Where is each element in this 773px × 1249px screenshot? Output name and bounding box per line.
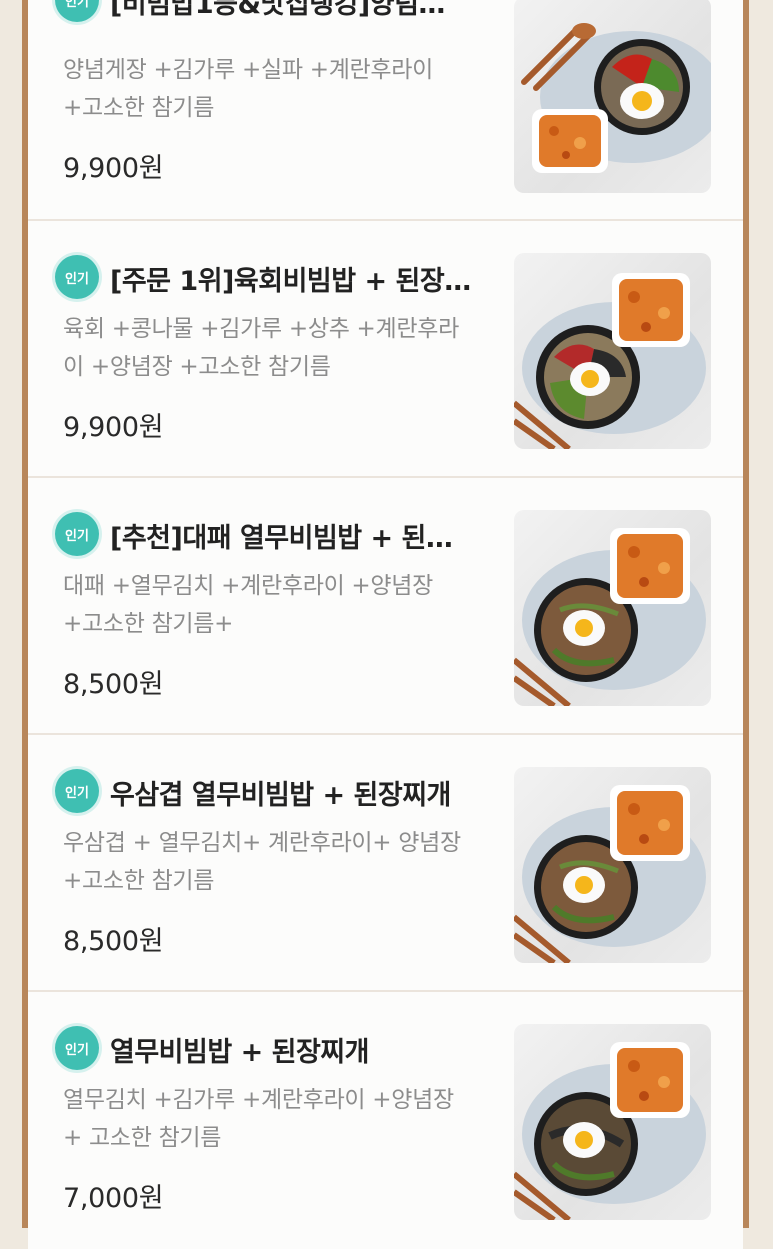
yeolmu-bibimbap-icon bbox=[514, 528, 706, 706]
menu-item-title[interactable]: [추천]대패 열무비빔밥 + 된… bbox=[110, 516, 490, 555]
menu-item-description: 양념게장 +김가루 +실파 +계란후라이 +고소한 참기름 bbox=[63, 51, 493, 127]
menu-item-description: 열무김치 +김가루 +계란후라이 +양념장 + 고소한 참기름 bbox=[63, 1081, 493, 1157]
menu-item-title[interactable]: [비빔밥1등&맛집랭킹]양념… bbox=[110, 0, 490, 21]
description-line: +고소한 참기름 bbox=[63, 95, 215, 121]
description-line: 양념게장 +김가루 +실파 +계란후라이 bbox=[63, 57, 433, 83]
menu-item-price: 7,000원 bbox=[63, 1183, 164, 1214]
menu-item-photo[interactable] bbox=[514, 253, 711, 449]
description-line: + 고소한 참기름 bbox=[63, 1125, 222, 1151]
bibimbap-bowl-icon bbox=[521, 23, 711, 173]
menu-item-description: 육회 +콩나물 +김가루 +상추 +계란후라 이 +양념장 +고소한 참기름 bbox=[63, 310, 493, 386]
menu-item-photo[interactable] bbox=[514, 767, 711, 963]
menu-item-title[interactable]: 우삼겹 열무비빔밥 + 된장찌개 bbox=[110, 773, 490, 812]
menu-item-photo[interactable] bbox=[514, 1024, 711, 1220]
menu-item-title[interactable]: [주문 1위]육회비빔밥 + 된장… bbox=[110, 259, 490, 298]
yukhoe-bibimbap-icon bbox=[514, 273, 706, 449]
description-line: 이 +양념장 +고소한 참기름 bbox=[63, 354, 331, 380]
menu-item-description: 우삼겹 + 열무김치+ 계란후라이+ 양념장 +고소한 참기름 bbox=[63, 824, 493, 900]
usamgyeop-bibimbap-icon bbox=[514, 785, 706, 963]
menu-item[interactable]: 인기 우삼겹 열무비빔밥 + 된장찌개 우삼겹 + 열무김치+ 계란후라이+ 양… bbox=[28, 735, 743, 992]
menu-list: 인기 [비빔밥1등&맛집랭킹]양념… 양념게장 +김가루 +실파 +계란후라이 … bbox=[28, 0, 743, 1249]
menu-item-description: 대패 +열무김치 +계란후라이 +양념장 +고소한 참기름+ bbox=[63, 567, 493, 643]
description-line: 열무김치 +김가루 +계란후라이 +양념장 bbox=[63, 1087, 454, 1113]
description-line: 우삼겹 + 열무김치+ 계란후라이+ 양념장 bbox=[63, 830, 461, 856]
popular-badge: 인기 bbox=[55, 255, 99, 299]
menu-item-photo[interactable] bbox=[514, 510, 711, 706]
yeolmu-bibimbap-icon bbox=[514, 1042, 706, 1220]
popular-badge: 인기 bbox=[55, 0, 99, 22]
menu-item-price: 9,900원 bbox=[63, 412, 164, 443]
menu-item[interactable]: 인기 [비빔밥1등&맛집랭킹]양념… 양념게장 +김가루 +실파 +계란후라이 … bbox=[28, 0, 743, 221]
menu-item[interactable]: 인기 [주문 1위]육회비빔밥 + 된장… 육회 +콩나물 +김가루 +상추 +… bbox=[28, 221, 743, 478]
description-line: 육회 +콩나물 +김가루 +상추 +계란후라 bbox=[63, 316, 459, 342]
menu-item[interactable]: 인기 [추천]대패 열무비빔밥 + 된… 대패 +열무김치 +계란후라이 +양념… bbox=[28, 478, 743, 735]
description-line: +고소한 참기름+ bbox=[63, 611, 234, 637]
popular-badge: 인기 bbox=[55, 1026, 99, 1070]
menu-item[interactable]: 인기 열무비빔밥 + 된장찌개 열무김치 +김가루 +계란후라이 +양념장 + … bbox=[28, 992, 743, 1249]
popular-badge: 인기 bbox=[55, 769, 99, 813]
description-line: 대패 +열무김치 +계란후라이 +양념장 bbox=[63, 573, 433, 599]
menu-item-title[interactable]: 열무비빔밥 + 된장찌개 bbox=[110, 1030, 490, 1069]
menu-item-price: 8,500원 bbox=[63, 926, 164, 957]
menu-item-photo[interactable] bbox=[514, 0, 711, 193]
description-line: +고소한 참기름 bbox=[63, 868, 215, 894]
popular-badge: 인기 bbox=[55, 512, 99, 556]
menu-item-price: 9,900원 bbox=[63, 153, 164, 184]
menu-item-price: 8,500원 bbox=[63, 669, 164, 700]
